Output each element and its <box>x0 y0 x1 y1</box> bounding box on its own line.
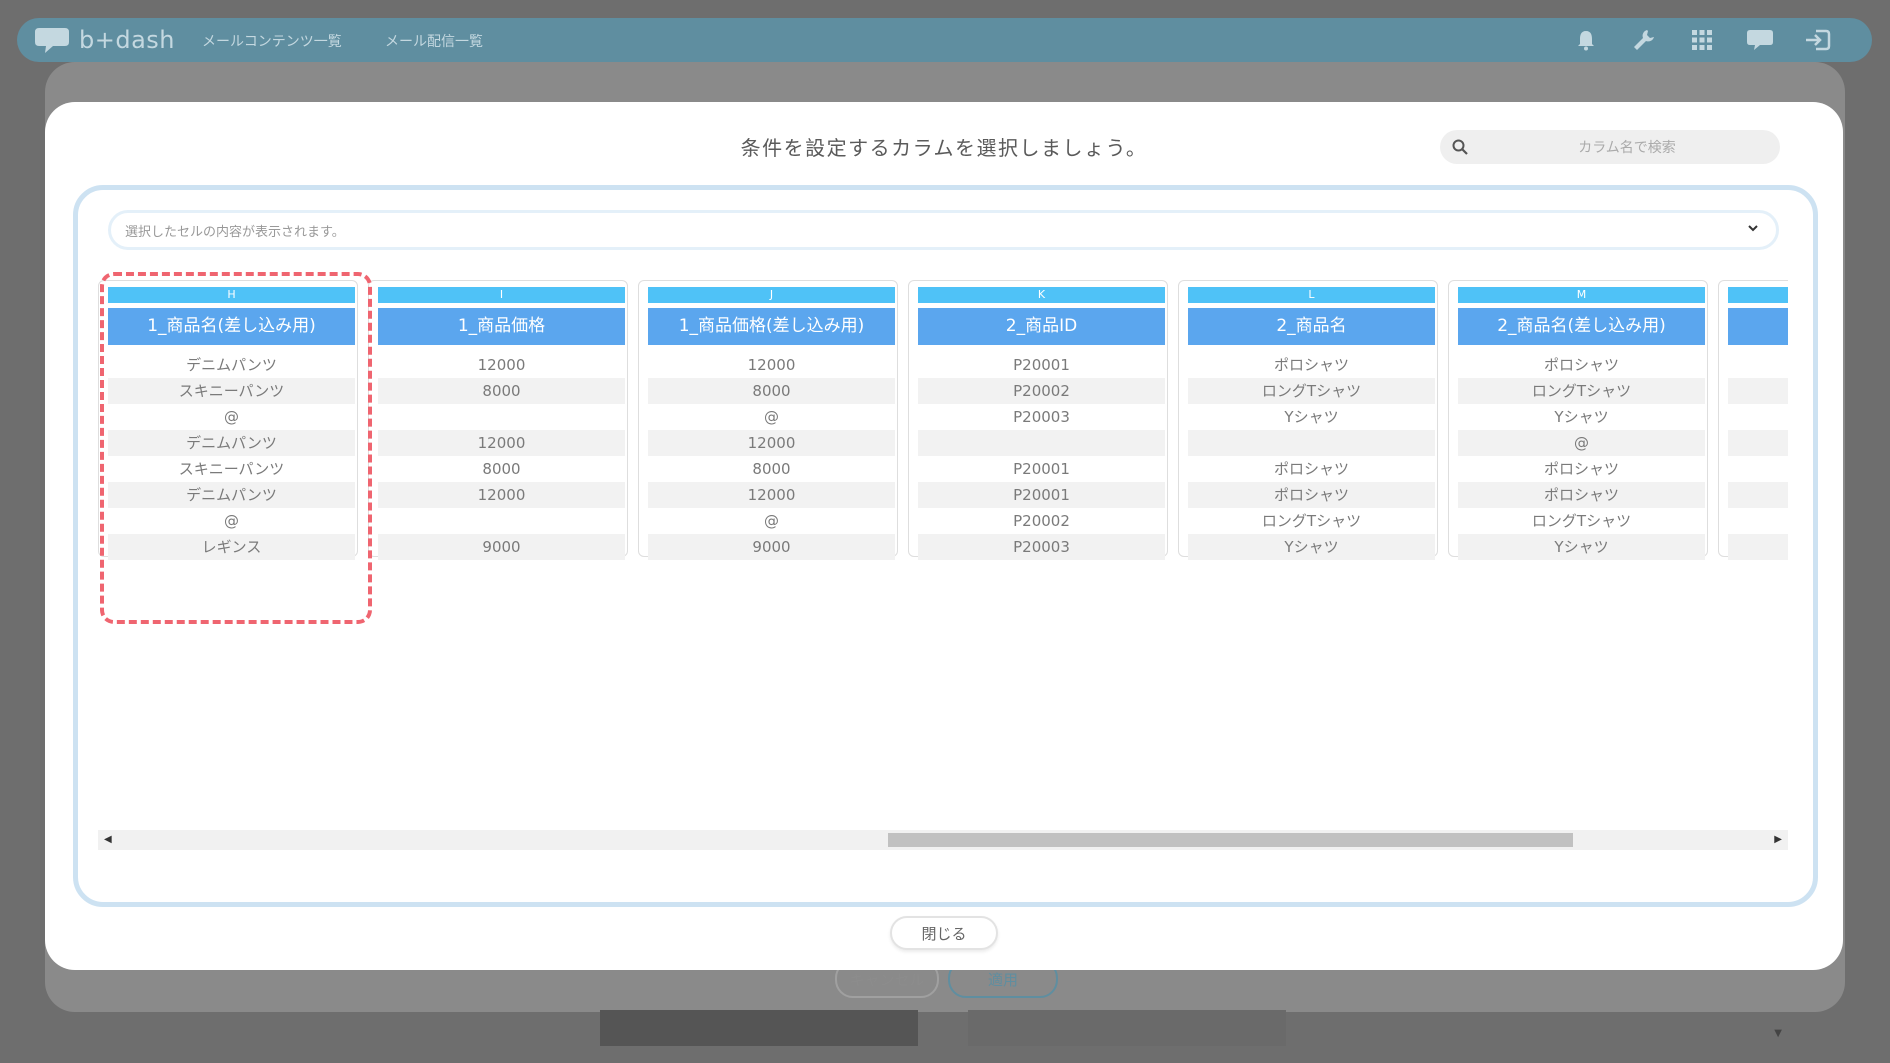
grid-apps-icon[interactable] <box>1688 26 1716 54</box>
column-letter: K <box>918 287 1165 303</box>
thumbnail-image <box>600 1010 918 1046</box>
column-cell[interactable]: ロングTシャツ <box>1188 508 1435 534</box>
search-icon <box>1452 139 1468 155</box>
column-cell[interactable]: ロングTシャツ <box>1188 378 1435 404</box>
scroll-right-arrow-icon[interactable]: ▶ <box>1774 834 1782 845</box>
column-cell[interactable]: Yシャツ <box>1188 534 1435 560</box>
column-cell[interactable]: 12000 <box>648 352 895 378</box>
column-cell[interactable] <box>918 430 1165 456</box>
column-name[interactable]: 2_商品名 <box>1188 308 1435 345</box>
column-letter: J <box>648 287 895 303</box>
column-card[interactable]: J 1_商品価格(差し込み用) 12000 8000 @12000 8000 12000 @9… <box>638 280 898 560</box>
horizontal-scrollbar[interactable]: ◀ ▶ <box>98 830 1788 850</box>
column-cell[interactable] <box>1728 378 1788 404</box>
scrollbar-thumb[interactable] <box>888 833 1573 847</box>
column-cell[interactable]: @ <box>648 508 895 534</box>
column-cell[interactable] <box>1188 430 1435 456</box>
column-cell[interactable]: P20003 <box>918 534 1165 560</box>
column-card[interactable]: L 2_商品名 ポロシャツ ロングTシャツ Yシャツ ポロシャツ ポロシャツ ロングTシャツ Y… <box>1178 280 1438 560</box>
column-cell[interactable]: @ <box>648 404 895 430</box>
column-cell[interactable]: 8000 <box>648 456 895 482</box>
column-cell[interactable]: 12000 <box>648 482 895 508</box>
column-cell[interactable]: P20002 <box>918 508 1165 534</box>
column-cell[interactable] <box>1728 534 1788 560</box>
column-name[interactable] <box>1728 308 1788 345</box>
column-cell[interactable]: Yシャツ <box>1188 404 1435 430</box>
column-cell[interactable]: ポロシャツ <box>1458 482 1705 508</box>
scroll-left-arrow-icon[interactable]: ◀ <box>104 834 112 845</box>
chevron-down-icon[interactable] <box>1744 219 1762 237</box>
column-cell[interactable]: ロングTシャツ <box>1458 508 1705 534</box>
column-name[interactable]: 1_商品価格 <box>378 308 625 345</box>
column-cell[interactable]: P20001 <box>918 456 1165 482</box>
column-cell[interactable]: ポロシャツ <box>1188 482 1435 508</box>
column-cell[interactable]: 12000 <box>378 430 625 456</box>
column-cell[interactable]: 12000 <box>378 352 625 378</box>
column-cell[interactable]: Yシャツ <box>1458 534 1705 560</box>
column-cell[interactable]: @ <box>1458 430 1705 456</box>
nav-mail-delivery[interactable]: メール配信一覧 <box>385 31 483 51</box>
column-cell[interactable] <box>1728 352 1788 378</box>
column-cell[interactable]: 8000 <box>648 378 895 404</box>
column-cell[interactable] <box>1728 508 1788 534</box>
column-cell[interactable]: 8000 <box>378 456 625 482</box>
column-cell[interactable]: 8000 <box>378 378 625 404</box>
column-cell[interactable]: ポロシャツ <box>1458 456 1705 482</box>
column-cell[interactable] <box>378 404 625 430</box>
column-search-input[interactable] <box>1480 130 1774 166</box>
column-cell[interactable]: P20002 <box>918 378 1165 404</box>
nav-mail-contents[interactable]: メールコンテンツ一覧 <box>202 31 342 51</box>
column-card[interactable]: I 1_商品価格 12000 8000 12000 8000 12000 9000 <box>368 280 628 560</box>
column-cell[interactable] <box>1728 482 1788 508</box>
column-cell[interactable]: P20003 <box>918 404 1165 430</box>
column-cell[interactable]: ポロシャツ <box>1188 352 1435 378</box>
bell-icon[interactable] <box>1572 26 1600 54</box>
column-cell[interactable]: 9000 <box>378 534 625 560</box>
top-app-bar: b+dash メールコンテンツ一覧 メール配信一覧 <box>17 18 1872 62</box>
chat-icon[interactable] <box>1746 26 1774 54</box>
column-name[interactable]: 2_商品ID <box>918 308 1165 345</box>
column-cell[interactable]: ロングTシャツ <box>1458 378 1705 404</box>
column-card[interactable]: K 2_商品ID P20001 P20002 P20003 P20001 P20001 P20… <box>908 280 1168 560</box>
column-cell[interactable]: ポロシャツ <box>1188 456 1435 482</box>
logo-text: b+dash <box>79 26 175 54</box>
column-card[interactable] <box>1718 280 1788 560</box>
column-cell[interactable] <box>1728 430 1788 456</box>
column-cell[interactable]: 9000 <box>648 534 895 560</box>
selected-column-highlight <box>100 272 372 624</box>
logo-bubble-icon <box>35 28 69 53</box>
close-button[interactable]: 閉じる <box>890 916 998 950</box>
column-cell[interactable] <box>1728 456 1788 482</box>
column-letter: I <box>378 287 625 303</box>
column-letter <box>1728 287 1788 303</box>
column-card[interactable]: M 2_商品名(差し込み用) ポロシャツ ロングTシャツ Yシャツ @ ポロシャツ ポロシャツ… <box>1448 280 1708 560</box>
column-cell[interactable]: P20001 <box>918 482 1165 508</box>
column-cell[interactable]: 12000 <box>648 430 895 456</box>
column-letter: M <box>1458 287 1705 303</box>
column-cell[interactable] <box>378 508 625 534</box>
thumbnail-image <box>968 1010 1286 1046</box>
logo[interactable]: b+dash <box>35 24 175 56</box>
column-name[interactable]: 1_商品価格(差し込み用) <box>648 308 895 345</box>
column-cell[interactable]: P20001 <box>918 352 1165 378</box>
column-search <box>1440 130 1780 166</box>
cell-preview-select[interactable]: 選択したセルの内容が表示されます。 <box>108 210 1779 250</box>
cell-preview-placeholder: 選択したセルの内容が表示されます。 <box>125 225 345 240</box>
column-name[interactable]: 2_商品名(差し込み用) <box>1458 308 1705 345</box>
column-cell[interactable] <box>1728 404 1788 430</box>
column-cell[interactable]: Yシャツ <box>1458 404 1705 430</box>
logout-icon[interactable] <box>1804 26 1832 54</box>
column-letter: L <box>1188 287 1435 303</box>
column-cell[interactable]: ポロシャツ <box>1458 352 1705 378</box>
column-cell[interactable]: 12000 <box>378 482 625 508</box>
caret-down-icon[interactable]: ▼ <box>1774 1028 1782 1039</box>
wrench-icon[interactable] <box>1630 26 1658 54</box>
